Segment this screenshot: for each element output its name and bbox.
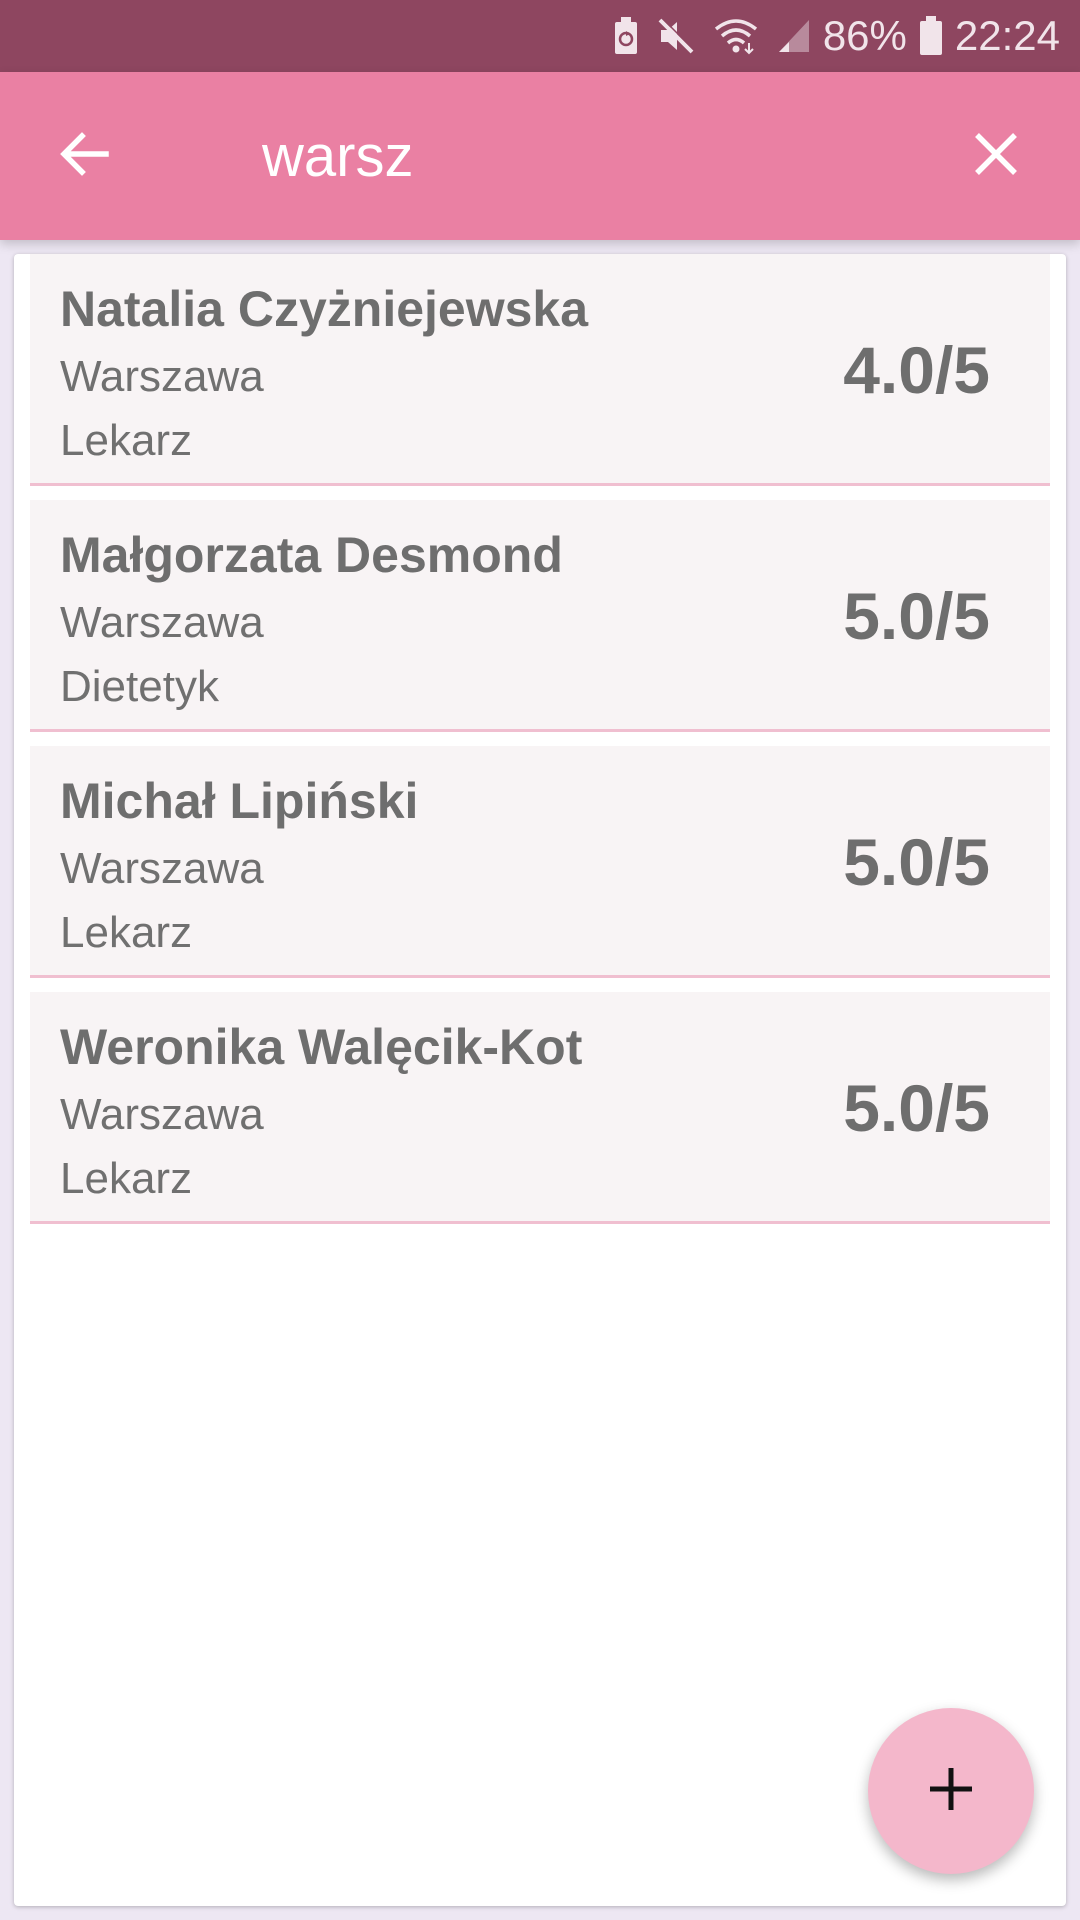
status-bar: 86% 22:24 — [0, 0, 1080, 72]
list-item[interactable]: Michał Lipiński Warszawa Lekarz 5.0/5 — [30, 746, 1050, 978]
battery-percent: 86% — [822, 12, 907, 59]
battery-saver-icon — [613, 0, 639, 72]
list-item[interactable]: Weronika Walęcik-Kot Warszawa Lekarz 5.0… — [30, 992, 1050, 1224]
mute-icon — [657, 0, 695, 72]
list-item[interactable]: Małgorzata Desmond Warszawa Dietetyk 5.0… — [30, 500, 1050, 732]
cellular-signal-icon — [777, 0, 811, 72]
specialist-city: Warszawa — [60, 598, 264, 647]
search-app-bar — [0, 72, 1080, 240]
add-fab-button[interactable] — [868, 1708, 1034, 1874]
results-list: Natalia Czyżniejewska Warszawa Lekarz 4.… — [30, 254, 1050, 1224]
specialist-rating: 5.0/5 — [843, 825, 990, 899]
specialist-city: Warszawa — [60, 352, 264, 401]
specialist-rating: 4.0/5 — [843, 333, 990, 407]
specialist-name: Weronika Walęcik-Kot — [60, 1019, 583, 1075]
results-card: Natalia Czyżniejewska Warszawa Lekarz 4.… — [14, 254, 1066, 1906]
specialist-rating: 5.0/5 — [843, 1071, 990, 1145]
plus-icon — [928, 1766, 974, 1817]
search-input[interactable] — [262, 112, 902, 200]
wifi-icon — [713, 0, 759, 72]
back-button[interactable] — [44, 116, 124, 196]
specialist-role: Dietetyk — [60, 662, 219, 711]
close-icon — [973, 131, 1019, 182]
specialist-name: Natalia Czyżniejewska — [60, 281, 589, 337]
list-item[interactable]: Natalia Czyżniejewska Warszawa Lekarz 4.… — [30, 254, 1050, 486]
specialist-name: Michał Lipiński — [60, 773, 419, 829]
specialist-city: Warszawa — [60, 844, 264, 893]
specialist-role: Lekarz — [60, 1154, 193, 1203]
clock: 22:24 — [954, 12, 1060, 59]
battery-icon — [919, 0, 943, 72]
clear-search-button[interactable] — [956, 116, 1036, 196]
arrow-back-icon — [58, 128, 110, 185]
specialist-city: Warszawa — [60, 1090, 264, 1139]
specialist-rating: 5.0/5 — [843, 579, 990, 653]
specialist-role: Lekarz — [60, 416, 193, 465]
specialist-role: Lekarz — [60, 908, 193, 957]
specialist-name: Małgorzata Desmond — [60, 527, 563, 583]
